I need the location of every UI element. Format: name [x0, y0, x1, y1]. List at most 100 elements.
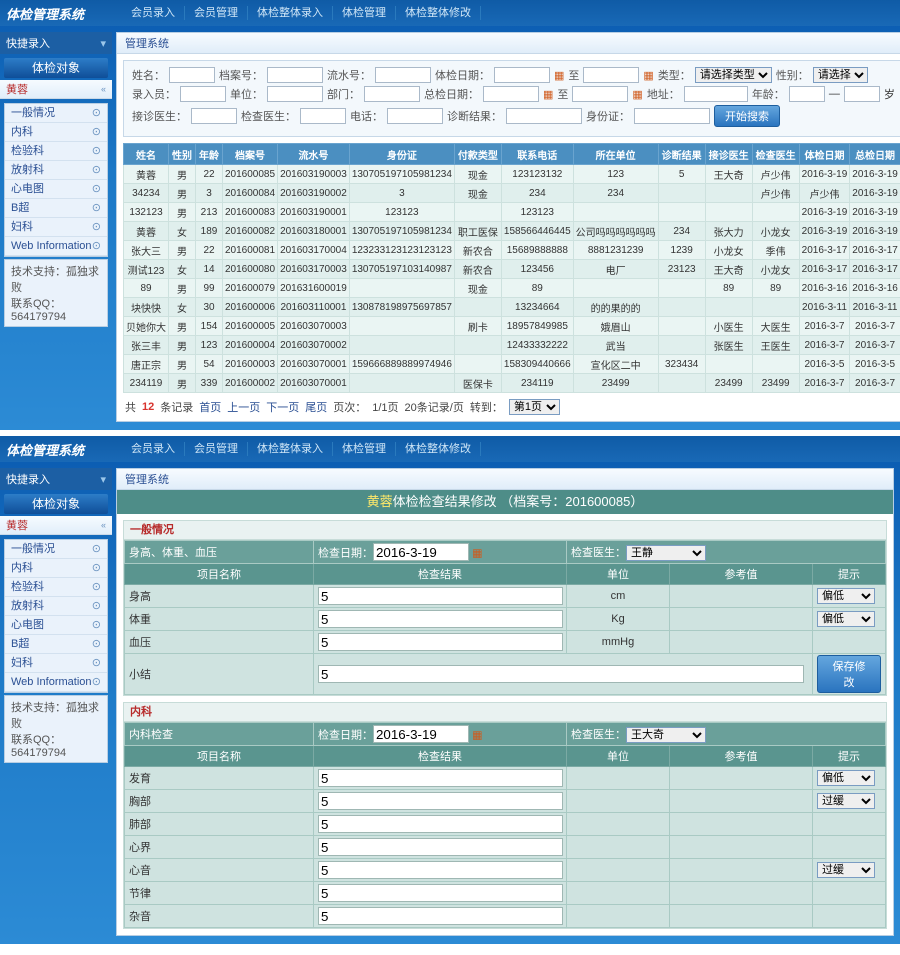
search-button[interactable]: 开始搜索: [714, 105, 780, 127]
result-input[interactable]: [318, 861, 563, 879]
tel-input[interactable]: [387, 108, 443, 124]
nav-item[interactable]: 体检整体修改: [396, 6, 481, 20]
summary-input[interactable]: [318, 665, 804, 683]
result-input[interactable]: [318, 907, 563, 925]
sidebar-item[interactable]: Web Information⊙: [5, 237, 107, 256]
dept-input[interactable]: [364, 86, 420, 102]
sidebar-item[interactable]: 放射科⊙: [5, 161, 107, 180]
result-input[interactable]: [318, 792, 563, 810]
nav-item[interactable]: 会员录入: [122, 6, 185, 20]
id-input[interactable]: [634, 108, 710, 124]
save-button[interactable]: 保存修改: [817, 655, 881, 693]
doctor-select[interactable]: 王大奇: [626, 727, 706, 743]
hint-select[interactable]: 偏低: [817, 611, 875, 627]
sidebar-current-subject[interactable]: 黄蓉«: [0, 80, 112, 99]
sidebar-item[interactable]: 一般情况⊙: [5, 104, 107, 123]
pager-prev[interactable]: 上一页: [227, 399, 260, 415]
app-header: 体检管理系统 会员录入会员管理体检整体录入体检管理体检整体修改: [0, 0, 900, 26]
nav-item[interactable]: 体检管理: [333, 6, 396, 20]
age-to[interactable]: [844, 86, 880, 102]
type-select[interactable]: 请选择类型: [695, 67, 772, 83]
app-logo: 体检管理系统: [0, 440, 118, 459]
calendar-icon[interactable]: ▦: [554, 69, 564, 82]
pager-select[interactable]: 第1页: [509, 399, 560, 415]
file-input[interactable]: [267, 67, 323, 83]
hint-select[interactable]: 过缓: [817, 793, 875, 809]
result-input[interactable]: [318, 769, 563, 787]
diag-input[interactable]: [506, 108, 582, 124]
chevron-down-icon: ▾: [100, 473, 106, 486]
nav-item[interactable]: 会员管理: [185, 442, 248, 456]
sidebar-subject-button[interactable]: 体检对象: [4, 494, 108, 514]
sidebar-quick-title[interactable]: 快捷录入▾: [0, 32, 112, 54]
pager-last[interactable]: 尾页: [305, 399, 327, 415]
calendar-icon[interactable]: ▦: [632, 88, 642, 101]
sidebar-item[interactable]: 检验科⊙: [5, 578, 107, 597]
table-row: 黄蓉男2220160008520160319000313070519710598…: [124, 165, 900, 184]
age-from[interactable]: [789, 86, 825, 102]
exam-date-input[interactable]: [373, 543, 469, 561]
section-title: 一般情况: [123, 520, 887, 539]
sidebar-current-subject[interactable]: 黄蓉«: [0, 516, 112, 535]
sidebar-subject-button[interactable]: 体检对象: [4, 58, 108, 78]
sidebar-item[interactable]: B超⊙: [5, 199, 107, 218]
entry-input[interactable]: [180, 86, 226, 102]
exam-date-to[interactable]: [583, 67, 639, 83]
flow-input[interactable]: [375, 67, 431, 83]
exam-date-from[interactable]: [494, 67, 550, 83]
hint-select[interactable]: 偏低: [817, 770, 875, 786]
sidebar-item[interactable]: 内科⊙: [5, 123, 107, 142]
nav-item[interactable]: 体检整体修改: [396, 442, 481, 456]
sidebar-footer: 技术支持：孤独求败联系QQ：564179794: [4, 695, 108, 763]
calendar-icon[interactable]: ▦: [543, 88, 553, 101]
table-row: 34234男32016000842016031900023现金234234卢少伟…: [124, 184, 900, 203]
final-date-to[interactable]: [572, 86, 628, 102]
result-input[interactable]: [318, 610, 563, 628]
table-row: 贝她你大男154201600005201603070003刷卡189578499…: [124, 317, 900, 336]
doctor-select[interactable]: 王静: [626, 545, 706, 561]
nav-item[interactable]: 体检管理: [333, 442, 396, 456]
sidebar-item[interactable]: 放射科⊙: [5, 597, 107, 616]
calendar-icon[interactable]: ▦: [472, 548, 482, 560]
sidebar-quick-title[interactable]: 快捷录入▾: [0, 468, 112, 490]
unit-input[interactable]: [267, 86, 323, 102]
recv-input[interactable]: [191, 108, 237, 124]
calendar-icon[interactable]: ▦: [472, 730, 482, 742]
table-row: 黄蓉女1892016000822016031800011307051971059…: [124, 222, 900, 241]
sex-select[interactable]: 请选择: [813, 67, 868, 83]
pager-next[interactable]: 下一页: [266, 399, 299, 415]
hint-select[interactable]: 偏低: [817, 588, 875, 604]
nav-item[interactable]: 会员录入: [122, 442, 185, 456]
name-input[interactable]: [169, 67, 215, 83]
sidebar-item[interactable]: B超⊙: [5, 635, 107, 654]
edit-panel: 管理系统 黄蓉体检检查结果修改 （档案号：201600085） 一般情况身高、体…: [116, 468, 894, 936]
sidebar-item[interactable]: 检验科⊙: [5, 142, 107, 161]
nav-item[interactable]: 会员管理: [185, 6, 248, 20]
sidebar-item[interactable]: 妇科⊙: [5, 654, 107, 673]
result-input[interactable]: [318, 838, 563, 856]
check-input[interactable]: [300, 108, 346, 124]
result-input[interactable]: [318, 815, 563, 833]
sidebar-item[interactable]: 心电图⊙: [5, 616, 107, 635]
result-input[interactable]: [318, 633, 563, 651]
panel-title: 管理系统: [125, 35, 169, 51]
sidebar-item[interactable]: 妇科⊙: [5, 218, 107, 237]
final-date-from[interactable]: [483, 86, 539, 102]
edit-title: 黄蓉体检检查结果修改 （档案号：201600085）: [117, 490, 893, 514]
sidebar-item[interactable]: 心电图⊙: [5, 180, 107, 199]
addr-input[interactable]: [684, 86, 748, 102]
table-row: 块快快女302016000062016031100011308781989756…: [124, 298, 900, 317]
sidebar-item[interactable]: Web Information⊙: [5, 673, 107, 692]
nav-item[interactable]: 体检整体录入: [248, 6, 333, 20]
result-input[interactable]: [318, 884, 563, 902]
calendar-icon[interactable]: ▦: [643, 69, 653, 82]
exam-date-input[interactable]: [373, 725, 469, 743]
sidebar-item[interactable]: 一般情况⊙: [5, 540, 107, 559]
hint-select[interactable]: 过缓: [817, 862, 875, 878]
result-input[interactable]: [318, 587, 563, 605]
app-logo: 体检管理系统: [0, 4, 118, 23]
sidebar-item[interactable]: 内科⊙: [5, 559, 107, 578]
collapse-icon: «: [101, 520, 106, 530]
nav-item[interactable]: 体检整体录入: [248, 442, 333, 456]
pager-first[interactable]: 首页: [199, 399, 221, 415]
